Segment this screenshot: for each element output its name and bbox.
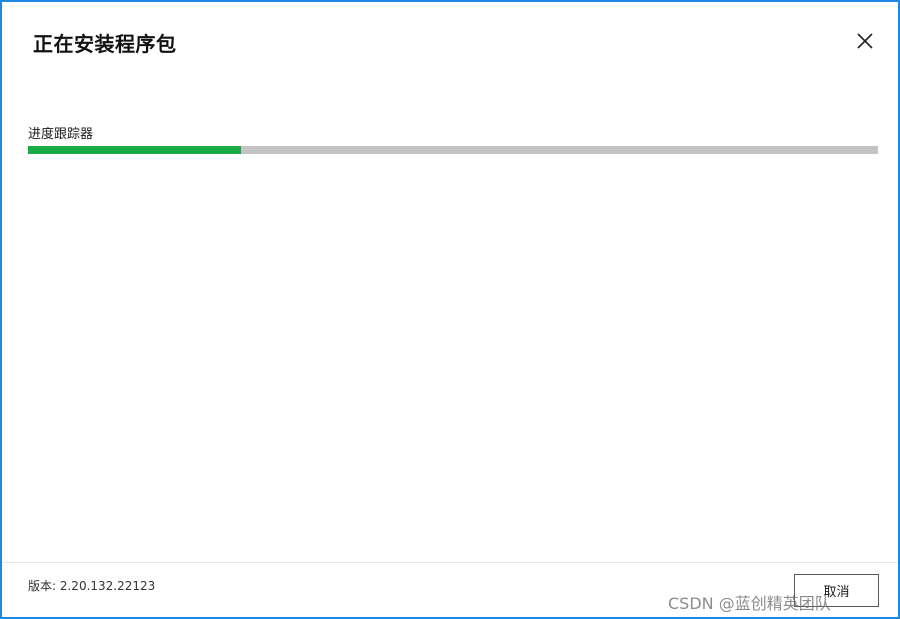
installer-dialog: 正在安装程序包 进度跟踪器 版本: 2.20.132.22123 取消 CSDN… xyxy=(0,0,900,619)
dialog-title: 正在安装程序包 xyxy=(33,32,177,56)
footer-divider xyxy=(2,562,898,563)
progress-bar xyxy=(28,146,878,154)
progress-fill xyxy=(28,146,241,154)
progress-label: 进度跟踪器 xyxy=(28,127,94,142)
close-button[interactable] xyxy=(852,28,878,54)
watermark: CSDN @蓝创精英团队 xyxy=(668,594,831,613)
close-icon xyxy=(857,33,873,49)
version-text: 版本: 2.20.132.22123 xyxy=(28,579,156,593)
